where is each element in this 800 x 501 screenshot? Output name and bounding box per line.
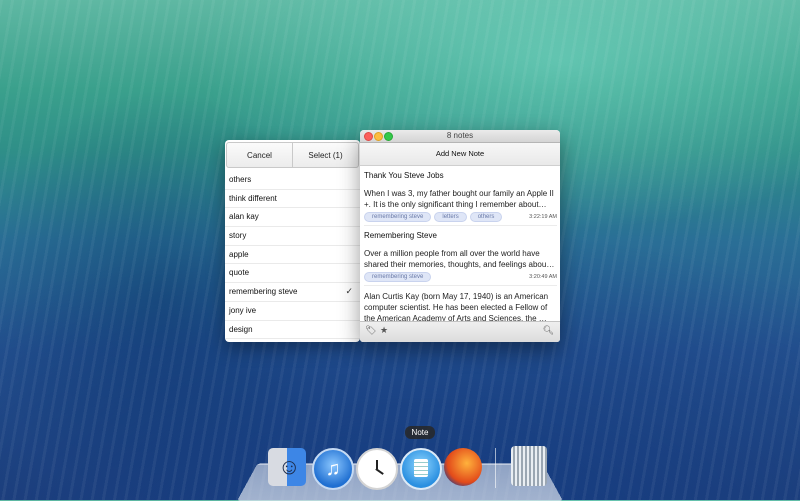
tag-label: remembering steve xyxy=(229,287,298,297)
note-tag-pill[interactable]: others xyxy=(469,212,503,222)
note-item[interactable]: Alan Curtis Kay (born May 17, 1940) is a… xyxy=(364,286,557,322)
note-item[interactable]: Remembering Steve Over a million people … xyxy=(364,226,557,286)
trash-icon[interactable] xyxy=(511,446,547,486)
add-new-note-button[interactable]: Add New Note xyxy=(360,143,560,166)
tag-item-story[interactable]: story xyxy=(225,227,360,246)
note-title: Thank You Steve Jobs xyxy=(364,171,444,180)
note-meta: remembering steve 3:20:49 AM xyxy=(364,272,557,282)
tag-label: alan kay xyxy=(229,212,259,222)
note-app-icon[interactable] xyxy=(400,448,442,490)
minimize-window-button[interactable] xyxy=(374,132,383,141)
star-icon[interactable]: ★ xyxy=(380,325,388,336)
dock-tooltip: Note xyxy=(405,426,435,439)
tag-label: apple xyxy=(229,249,249,259)
tag-picker-toolbar: Cancel Select (1) xyxy=(226,142,359,168)
itunes-icon[interactable]: ♫ xyxy=(312,448,354,490)
note-preview: When I was 3, my father bought our famil… xyxy=(364,189,554,209)
search-icon[interactable]: 🔍︎ xyxy=(543,325,554,336)
tag-label: jony ive xyxy=(229,305,257,315)
tag-item-jony-ive[interactable]: jony ive xyxy=(225,302,360,321)
tag-label: quote xyxy=(229,268,250,278)
cancel-button[interactable]: Cancel xyxy=(227,143,292,167)
notes-window: 8 notes Add New Note Thank You Steve Job… xyxy=(360,130,560,342)
tag-item-quote[interactable]: quote xyxy=(225,264,360,284)
select-button[interactable]: Select (1) xyxy=(292,143,358,167)
close-window-button[interactable] xyxy=(364,132,373,141)
note-title: Remembering Steve xyxy=(364,231,437,240)
tag-item-apple[interactable]: apple xyxy=(225,246,360,265)
tag-picker-panel: Cancel Select (1) others think different… xyxy=(225,140,360,342)
tag-label: design xyxy=(229,324,253,334)
dock-separator xyxy=(495,448,496,488)
note-tag-pill[interactable]: remembering steve xyxy=(364,212,432,222)
notes-bottom-bar: 🏷 ★ 🔍︎ xyxy=(360,321,560,342)
tag-item-others[interactable]: others xyxy=(225,171,360,190)
tag-label: story xyxy=(229,231,247,241)
note-tag-pill[interactable]: remembering steve xyxy=(364,272,432,282)
tag-icon[interactable]: 🏷 xyxy=(365,325,376,336)
window-titlebar[interactable]: 8 notes xyxy=(360,130,560,143)
tag-item-letters[interactable]: letters xyxy=(225,339,360,342)
note-item[interactable]: Thank You Steve Jobs When I was 3, my fa… xyxy=(364,166,557,226)
tag-item-design[interactable]: design xyxy=(225,321,360,340)
tag-label: think different xyxy=(229,193,277,203)
zoom-window-button[interactable] xyxy=(384,132,393,141)
note-timestamp: 3:22:19 AM xyxy=(529,214,557,220)
tag-list: others think different alan kay story ap… xyxy=(225,171,360,342)
note-tag-pill[interactable]: letters xyxy=(434,212,467,222)
finder-icon[interactable]: ☺ xyxy=(268,448,306,486)
note-meta: remembering steve letters others 3:22:19… xyxy=(364,212,557,222)
tag-item-think-different[interactable]: think different xyxy=(225,190,360,209)
notes-list: Thank You Steve Jobs When I was 3, my fa… xyxy=(360,166,560,322)
tag-label: others xyxy=(229,175,252,184)
firefox-icon[interactable] xyxy=(444,448,482,486)
note-preview: Over a million people from all over the … xyxy=(364,249,555,269)
note-preview: Alan Curtis Kay (born May 17, 1940) is a… xyxy=(364,292,549,322)
tag-item-alan-kay[interactable]: alan kay xyxy=(225,208,360,228)
checkmark-icon: ✓ xyxy=(345,286,353,297)
clock-icon[interactable] xyxy=(356,448,398,490)
note-timestamp: 3:20:49 AM xyxy=(529,274,557,280)
tag-item-remembering-steve[interactable]: remembering steve ✓ xyxy=(225,283,360,302)
